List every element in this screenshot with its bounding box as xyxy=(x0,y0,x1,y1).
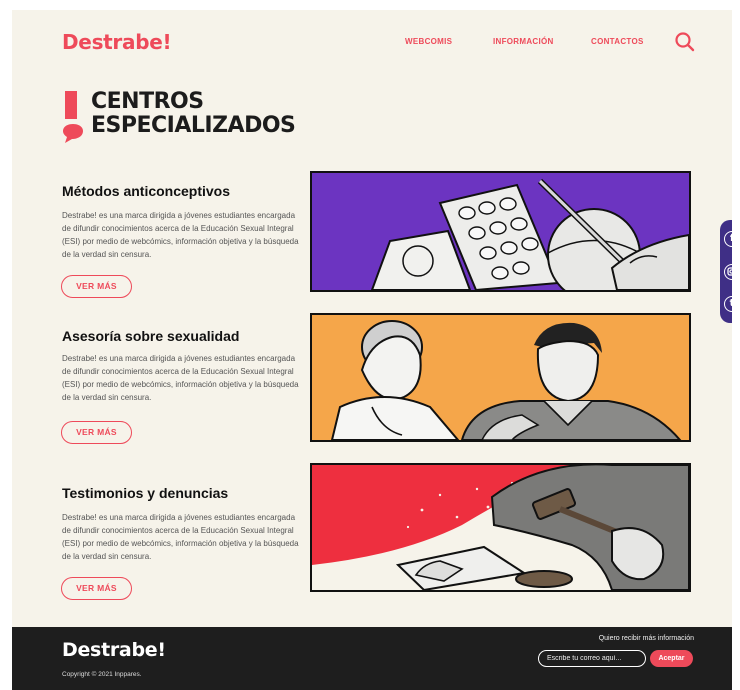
newsletter-submit-button[interactable]: Aceptar xyxy=(650,650,693,667)
facebook-icon[interactable]: f xyxy=(724,231,732,247)
exclamation-icon xyxy=(62,91,84,143)
illustration-asesoria-sexualidad xyxy=(310,313,691,442)
section-text-testimonios: Destrabe! es una marca dirigida a jóvene… xyxy=(62,513,299,561)
ver-mas-button-metodos[interactable]: VER MÁS xyxy=(61,275,132,298)
footer: Destrabe! Copyright © 2021 Inppares. Qui… xyxy=(12,627,732,690)
social-sidebar: f t xyxy=(720,220,732,323)
ver-mas-button-asesoria[interactable]: VER MÁS xyxy=(61,421,132,444)
newsletter-label: Quiero recibir más información xyxy=(598,635,694,642)
page-title-line2: ESPECIALIZADOS xyxy=(91,113,296,138)
nav-webcomis[interactable]: WEBCOMIS xyxy=(405,37,452,46)
page-title-line1: CENTROS xyxy=(91,89,204,114)
illustration-testimonios-denuncias xyxy=(310,463,691,592)
tumblr-icon[interactable]: t xyxy=(724,296,732,312)
section-title-metodos: Métodos anticonceptivos xyxy=(62,183,231,199)
section-text-asesoria: Destrabe! es una marca dirigida a jóvene… xyxy=(62,354,299,402)
illustration-metodos-anticonceptivos xyxy=(310,171,691,292)
footer-copyright: Copyright © 2021 Inppares. xyxy=(62,671,142,678)
footer-logo[interactable]: Destrabe! xyxy=(62,639,166,661)
page: Destrabe! WEBCOMIS INFORMACIÓN CONTACTOS… xyxy=(12,10,732,690)
section-title-asesoria: Asesoría sobre sexualidad xyxy=(62,328,240,344)
section-title-testimonios: Testimonios y denuncias xyxy=(62,485,229,501)
section-text-metodos: Destrabe! es una marca dirigida a jóvene… xyxy=(62,211,299,259)
nav-contactos[interactable]: CONTACTOS xyxy=(591,37,644,46)
brand-logo[interactable]: Destrabe! xyxy=(62,30,172,54)
newsletter-email-input[interactable] xyxy=(538,650,646,667)
page-title: CENTROS ESPECIALIZADOS xyxy=(91,89,296,138)
nav-informacion[interactable]: INFORMACIÓN xyxy=(493,37,554,46)
ver-mas-button-testimonios[interactable]: VER MÁS xyxy=(61,577,132,600)
search-icon[interactable] xyxy=(674,31,696,53)
instagram-icon[interactable] xyxy=(724,264,732,280)
